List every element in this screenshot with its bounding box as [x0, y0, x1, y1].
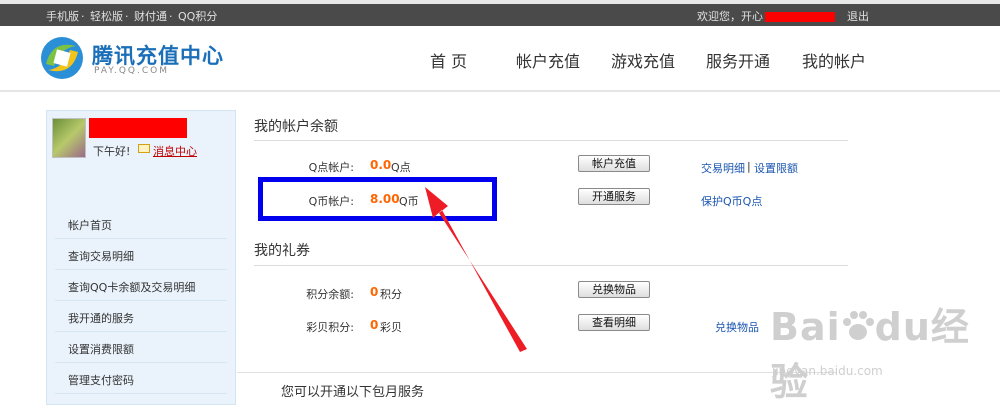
monthly-services-text: 您可以开通以下包月服务	[281, 385, 425, 400]
watermark-site: jingyan.baidu.com	[772, 364, 883, 378]
watermark-brand-2: du	[874, 305, 931, 349]
baidu-watermark: Bai du经验 jingyan.baidu.com	[770, 296, 1000, 405]
watermark-brand: Bai	[770, 305, 841, 349]
paw-icon	[842, 311, 874, 340]
section-divider	[237, 372, 837, 373]
